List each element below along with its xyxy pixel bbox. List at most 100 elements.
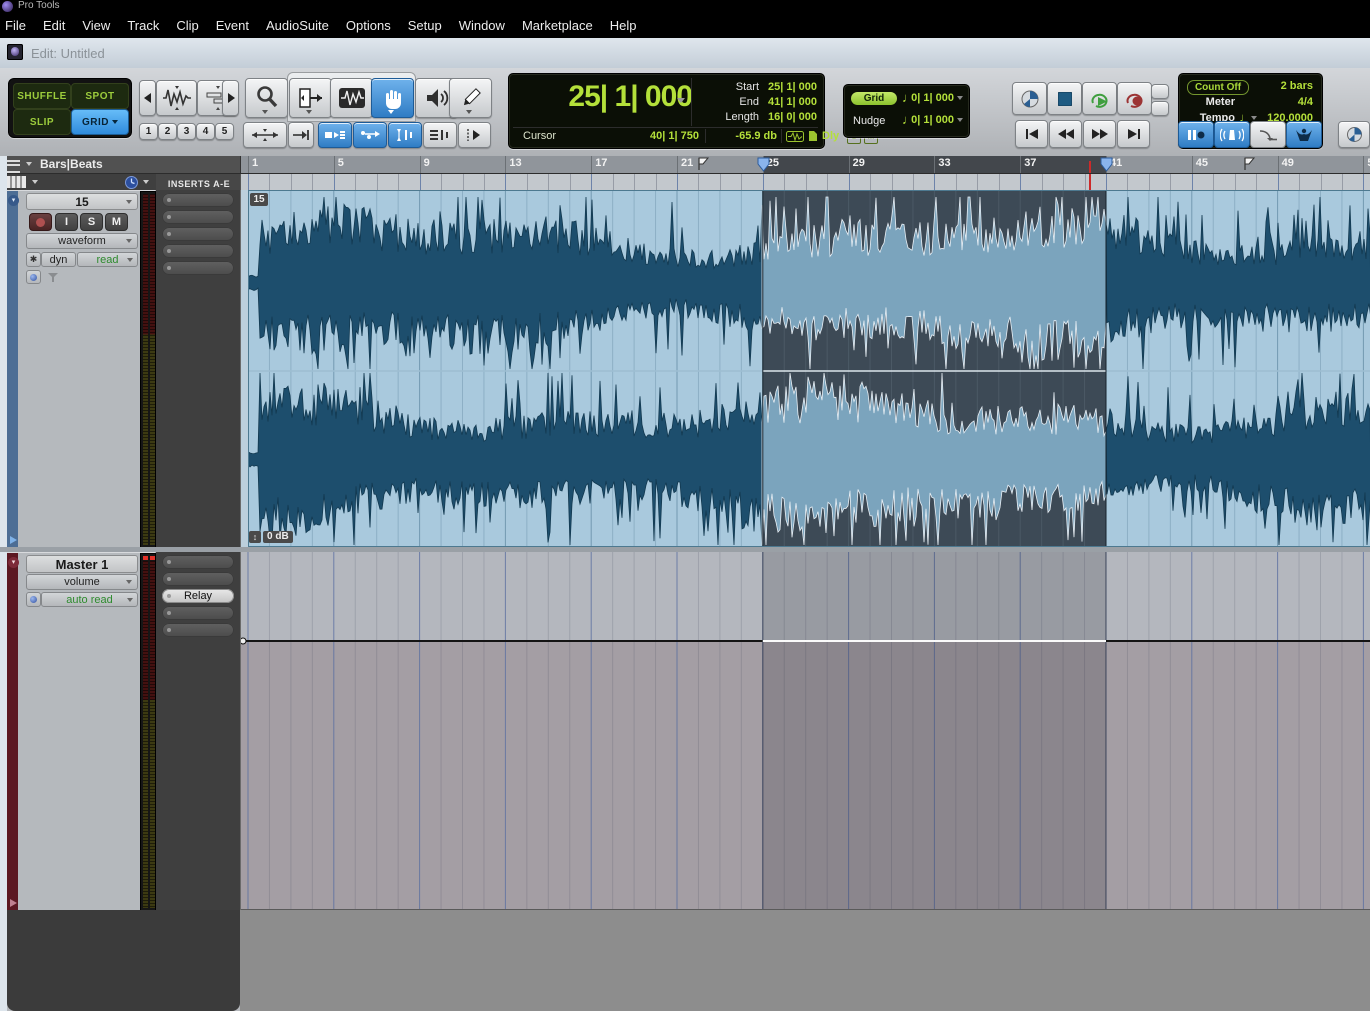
zoom-toggle-button[interactable]	[243, 122, 287, 148]
insert-slot[interactable]	[162, 227, 234, 241]
selection-start-marker[interactable]	[757, 157, 770, 172]
insert-slot[interactable]	[162, 261, 234, 275]
track-list-dropdown-caret[interactable]	[32, 180, 38, 184]
zoom-preset-2[interactable]: 2	[158, 123, 177, 140]
insert-slot[interactable]	[162, 555, 234, 569]
return-to-zero-button[interactable]	[1015, 120, 1048, 148]
grabber-tool-button[interactable]	[371, 78, 414, 118]
insert-slot-relay[interactable]: Relay	[162, 589, 234, 603]
ruler-list-icon[interactable]	[6, 160, 20, 173]
slip-mode-button[interactable]: SLIP	[13, 109, 71, 135]
post-roll-flag[interactable]	[1244, 157, 1256, 171]
menu-item-event[interactable]: Event	[216, 18, 249, 33]
zoom-preset-4[interactable]: 4	[196, 123, 215, 140]
master-track-header[interactable]: ▾ Master 1 volume auto read	[7, 552, 156, 911]
stop-button[interactable]	[1047, 82, 1082, 115]
record-button[interactable]	[1117, 82, 1152, 115]
menu-item-file[interactable]: File	[5, 18, 26, 33]
shuffle-mode-button[interactable]: SHUFFLE	[13, 83, 71, 109]
master-collapse-button[interactable]: ▾	[8, 557, 19, 568]
main-counter-value[interactable]: 25| 1| 000	[547, 80, 693, 114]
menu-item-track[interactable]: Track	[127, 18, 159, 33]
audio-playlist-arrow-icon[interactable]	[9, 535, 18, 545]
track-mute-button[interactable]: M	[105, 213, 128, 231]
toolbar-expand-button-1[interactable]	[1151, 84, 1169, 99]
insert-slot[interactable]	[162, 572, 234, 586]
zoom-preset-3[interactable]: 3	[177, 123, 196, 140]
audio-clip-waveform[interactable]	[248, 190, 1370, 547]
automation-follows-edit-button[interactable]	[423, 122, 457, 148]
insert-slot[interactable]	[162, 193, 234, 207]
track-view-selector[interactable]: waveform	[26, 233, 138, 249]
audio-track-name[interactable]: 15	[26, 193, 138, 210]
clip-gain-icon[interactable]: ↕	[249, 531, 261, 543]
master-automation-mode[interactable]: auto read	[41, 592, 138, 607]
sel-values[interactable]: 25| 1| 000 41| 1| 000 16| 0| 000	[724, 80, 817, 125]
clock-icon[interactable]	[125, 176, 138, 189]
meter-value[interactable]: 4/4	[1251, 96, 1313, 108]
rewind-button[interactable]	[1049, 120, 1082, 148]
insert-slot[interactable]	[162, 623, 234, 637]
clock-dropdown-caret[interactable]	[143, 180, 149, 184]
ruler-tick-strip[interactable]	[240, 174, 1370, 191]
track-input-monitor-button[interactable]: I	[55, 213, 78, 231]
ruler-label[interactable]: Bars|Beats	[40, 157, 103, 171]
menu-item-audiosuite[interactable]: AudioSuite	[266, 18, 329, 33]
master-track-lane[interactable]	[240, 552, 1370, 910]
master-automation-lane[interactable]	[241, 552, 1370, 910]
zoom-out-arrow-button[interactable]	[139, 80, 156, 116]
zoom-in-arrow-button[interactable]	[222, 80, 239, 116]
master-playlist-arrow-icon[interactable]	[9, 898, 18, 908]
track-solo-button[interactable]: S	[80, 213, 103, 231]
master-view-selector[interactable]: volume	[26, 574, 138, 590]
link-track-edit-selection-button[interactable]	[353, 122, 387, 148]
link-timeline-edit-selection-button[interactable]	[318, 122, 352, 148]
zoom-preset-1[interactable]: 1	[139, 123, 158, 140]
spot-mode-button[interactable]: SPOT	[71, 83, 129, 109]
track-dyn-button[interactable]: dyn	[41, 252, 76, 267]
fast-forward-button[interactable]	[1083, 120, 1116, 148]
ruler-dropdown-caret[interactable]	[26, 162, 32, 166]
nudge-dropdown-caret[interactable]	[957, 118, 963, 122]
menu-item-window[interactable]: Window	[459, 18, 505, 33]
metronome-button[interactable]	[1214, 121, 1250, 148]
master-track-name[interactable]: Master 1	[26, 555, 138, 573]
menu-item-options[interactable]: Options	[346, 18, 391, 33]
menu-item-setup[interactable]: Setup	[408, 18, 442, 33]
track-freeze-button[interactable]: ✱	[26, 252, 41, 267]
grid-dropdown-caret[interactable]	[957, 96, 963, 100]
clip-gain-value[interactable]: 0 dB	[263, 531, 293, 543]
track-output-window-button[interactable]	[26, 270, 41, 284]
conductor-button[interactable]	[1286, 121, 1322, 148]
track-list-icon[interactable]	[6, 176, 28, 188]
playhead-scroll-button[interactable]	[458, 122, 491, 148]
audio-zoom-button[interactable]	[156, 80, 197, 116]
count-off-button[interactable]: Count Off	[1187, 80, 1249, 95]
wait-for-note-button[interactable]	[1178, 121, 1214, 148]
menu-item-help[interactable]: Help	[610, 18, 637, 33]
insert-slot[interactable]	[162, 210, 234, 224]
selection-end-marker[interactable]	[1100, 157, 1113, 172]
insertion-follows-playback-button[interactable]	[388, 122, 422, 148]
track-record-button[interactable]	[29, 213, 52, 231]
zoomer-tool-button[interactable]	[245, 78, 288, 118]
track-automation-mode[interactable]: read	[77, 252, 138, 267]
main-counter-dropdown-caret[interactable]	[677, 98, 685, 103]
menu-item-clip[interactable]: Clip	[176, 18, 198, 33]
menu-item-marketplace[interactable]: Marketplace	[522, 18, 593, 33]
audio-track-lane[interactable]: 15 ↕ 0 dB	[240, 190, 1370, 547]
trim-tool-button[interactable]	[289, 78, 332, 118]
grid-value-button[interactable]: Grid	[851, 92, 897, 105]
menu-item-edit[interactable]: Edit	[43, 18, 65, 33]
selector-tool-button[interactable]	[330, 78, 373, 118]
bars-beats-ruler[interactable]: 1591317212529333741454953	[240, 156, 1370, 173]
insert-slot[interactable]	[162, 606, 234, 620]
toolbar-expand-button-2[interactable]	[1151, 101, 1169, 116]
waveform-view-icon[interactable]	[786, 131, 804, 142]
pre-roll-flag[interactable]	[698, 157, 710, 171]
session-online-button[interactable]	[1338, 121, 1370, 148]
inserts-column-header[interactable]: INSERTS A-E	[156, 174, 243, 191]
tab-to-transients-button[interactable]	[288, 122, 314, 148]
pencil-tool-button[interactable]	[449, 78, 492, 118]
online-button[interactable]	[1012, 82, 1047, 115]
